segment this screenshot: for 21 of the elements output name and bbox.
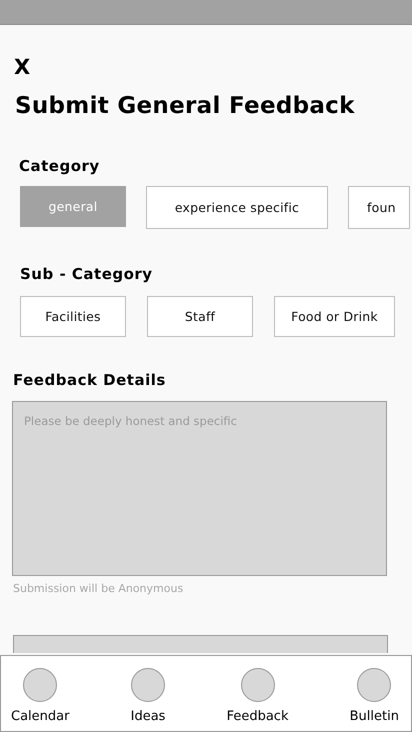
subcategory-chip[interactable]: Staff <box>147 296 253 337</box>
circle-icon <box>131 668 166 702</box>
nav-item[interactable]: Feedback <box>226 656 288 731</box>
submit-button[interactable] <box>13 635 388 653</box>
close-button[interactable]: X <box>14 55 30 79</box>
subcategory-chip[interactable]: Facilities <box>20 296 126 337</box>
section-label: Category <box>19 157 101 175</box>
anonymity-note: Submission will be Anonymous <box>13 582 184 595</box>
nav-item[interactable]: Bulletin <box>350 656 399 731</box>
circle-icon <box>23 668 58 702</box>
nav-item[interactable]: Ideas <box>130 656 166 731</box>
page-title: Submit General Feedback <box>15 93 356 119</box>
circle-icon <box>240 668 275 702</box>
feedback-input[interactable]: Please be deeply honest and specific <box>12 401 387 576</box>
nav-item[interactable]: Calendar <box>11 656 70 731</box>
section-label: Sub - Category <box>20 265 154 283</box>
subcategory-chip[interactable]: Food or Drink <box>274 296 395 337</box>
circle-icon <box>357 668 392 702</box>
category-chip[interactable]: experience specific <box>146 186 328 229</box>
category-chip[interactable]: foun <box>348 186 410 229</box>
section-label: Feedback Details <box>13 371 167 389</box>
